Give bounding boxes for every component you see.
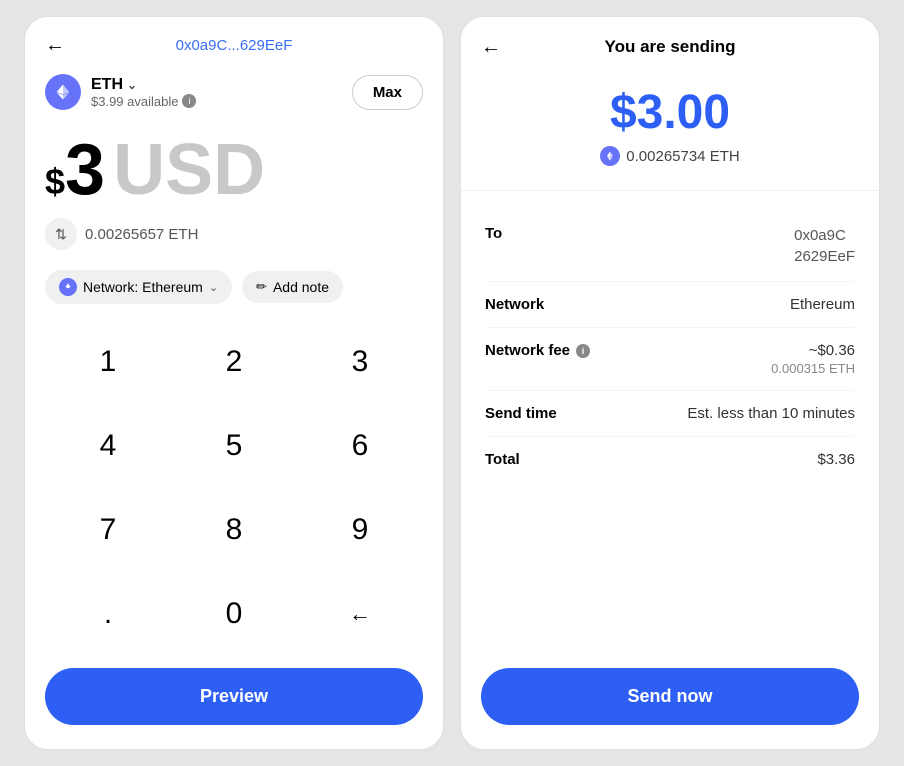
send-btn-container: Send now bbox=[461, 656, 879, 749]
to-address: 0x0a9C 2629EeF bbox=[794, 225, 855, 267]
dollar-sign: $ bbox=[45, 161, 65, 203]
confirm-eth-row: 0.00265734 ETH bbox=[600, 146, 739, 166]
token-balance: $3.99 available i bbox=[91, 94, 196, 109]
token-name-row[interactable]: ETH ⌄ bbox=[91, 76, 196, 94]
swap-icon[interactable]: ⇅ bbox=[45, 218, 77, 250]
token-row: ETH ⌄ $3.99 available i Max bbox=[25, 66, 443, 122]
action-row: Network: Ethereum ⌄ ✏ Add note bbox=[25, 262, 443, 320]
confirm-usd-amount: $3.00 bbox=[610, 85, 730, 140]
network-detail-value: Ethereum bbox=[790, 296, 855, 313]
add-note-label: Add note bbox=[273, 279, 329, 295]
eth-equiv-text: 0.00265657 ETH bbox=[85, 226, 198, 243]
eth-equivalent-row: ⇅ 0.00265657 ETH bbox=[25, 214, 443, 262]
network-label: Network: Ethereum bbox=[83, 279, 203, 295]
numpad-key-8[interactable]: 8 bbox=[171, 488, 297, 572]
numpad-key-5[interactable]: 5 bbox=[171, 404, 297, 488]
confirm-header: ← You are sending bbox=[461, 17, 879, 73]
details-section: To 0x0a9C 2629EeF Network Ethereum Netwo… bbox=[461, 191, 879, 656]
left-back-button[interactable]: ← bbox=[45, 34, 65, 57]
send-time-label: Send time bbox=[485, 405, 557, 422]
token-chevron-icon: ⌄ bbox=[127, 78, 137, 92]
preview-btn-container: Preview bbox=[25, 656, 443, 749]
confirm-title: You are sending bbox=[605, 37, 736, 57]
pencil-icon: ✏ bbox=[256, 279, 267, 295]
send-time-value: Est. less than 10 minutes bbox=[687, 405, 855, 422]
left-screen: ← 0x0a9C...629EeF ETH ⌄ bbox=[24, 16, 444, 750]
fee-value-group: ~$0.36 0.000315 ETH bbox=[771, 342, 855, 376]
total-label: Total bbox=[485, 451, 520, 468]
amount-currency: USD bbox=[113, 134, 265, 206]
amount-display: $ 3 USD bbox=[25, 122, 443, 214]
left-header: ← 0x0a9C...629EeF bbox=[25, 17, 443, 66]
network-eth-icon bbox=[59, 278, 77, 296]
token-symbol: ETH bbox=[91, 76, 123, 94]
screens-container: ← 0x0a9C...629EeF ETH ⌄ bbox=[0, 0, 904, 766]
total-row: Total $3.36 bbox=[485, 437, 855, 482]
token-info: ETH ⌄ $3.99 available i bbox=[45, 74, 196, 110]
right-back-button[interactable]: ← bbox=[481, 36, 501, 59]
right-screen: ← You are sending $3.00 0.00265734 ETH bbox=[460, 16, 880, 750]
fee-info-icon[interactable]: i bbox=[576, 344, 590, 358]
send-now-button[interactable]: Send now bbox=[481, 668, 859, 725]
numpad-key-6[interactable]: 6 bbox=[297, 404, 423, 488]
numpad-key-3[interactable]: 3 bbox=[297, 320, 423, 404]
address-display[interactable]: 0x0a9C...629EeF bbox=[176, 37, 293, 54]
numpad-key-1[interactable]: 1 bbox=[45, 320, 171, 404]
numpad-key-dot[interactable]: . bbox=[45, 572, 171, 656]
confirm-eth-icon bbox=[600, 146, 620, 166]
confirm-amount-section: $3.00 0.00265734 ETH bbox=[461, 73, 879, 191]
to-label: To bbox=[485, 225, 502, 242]
preview-button[interactable]: Preview bbox=[45, 668, 423, 725]
network-row: Network Ethereum bbox=[485, 282, 855, 328]
numpad: 123 456 789.0← bbox=[25, 320, 443, 656]
fee-row: Network fee i ~$0.36 0.000315 ETH bbox=[485, 328, 855, 391]
balance-info-icon[interactable]: i bbox=[182, 94, 196, 108]
max-button[interactable]: Max bbox=[352, 75, 423, 110]
numpad-key-4[interactable]: 4 bbox=[45, 404, 171, 488]
numpad-key-2[interactable]: 2 bbox=[171, 320, 297, 404]
fee-eth-value: 0.000315 ETH bbox=[771, 361, 855, 376]
numpad-key-9[interactable]: 9 bbox=[297, 488, 423, 572]
numpad-key-backspace[interactable]: ← bbox=[297, 572, 423, 656]
fee-label: Network fee i bbox=[485, 342, 590, 359]
fee-usd-value: ~$0.36 bbox=[771, 342, 855, 359]
network-button[interactable]: Network: Ethereum ⌄ bbox=[45, 270, 232, 304]
add-note-button[interactable]: ✏ Add note bbox=[242, 271, 343, 303]
network-detail-label: Network bbox=[485, 296, 544, 313]
numpad-key-7[interactable]: 7 bbox=[45, 488, 171, 572]
numpad-key-0[interactable]: 0 bbox=[171, 572, 297, 656]
send-time-row: Send time Est. less than 10 minutes bbox=[485, 391, 855, 437]
network-chevron-icon: ⌄ bbox=[209, 281, 218, 294]
amount-number: 3 bbox=[65, 134, 105, 206]
confirm-eth-text: 0.00265734 ETH bbox=[626, 148, 739, 165]
token-text: ETH ⌄ $3.99 available i bbox=[91, 76, 196, 109]
total-value: $3.36 bbox=[817, 451, 855, 468]
eth-icon bbox=[45, 74, 81, 110]
to-row: To 0x0a9C 2629EeF bbox=[485, 211, 855, 282]
